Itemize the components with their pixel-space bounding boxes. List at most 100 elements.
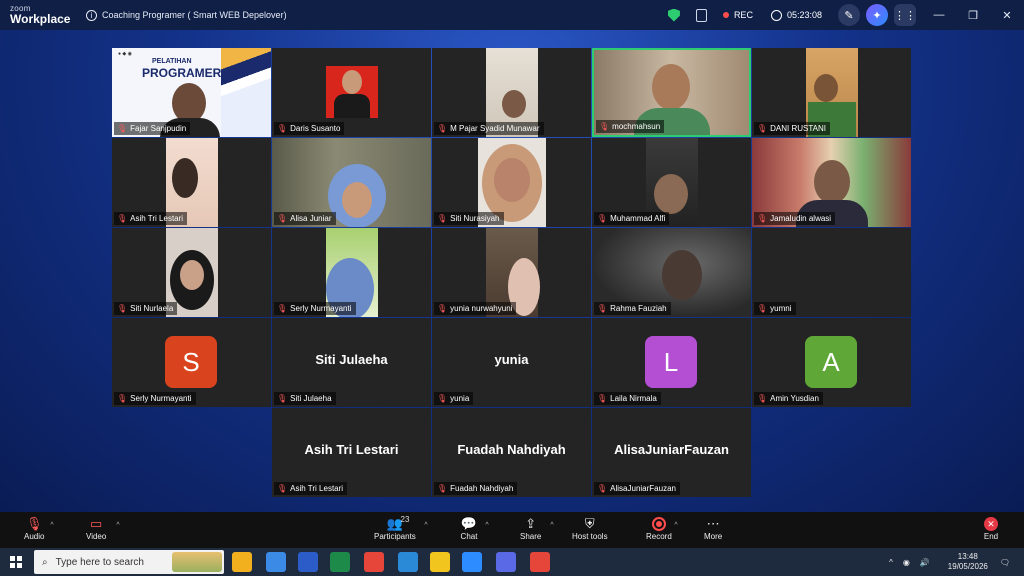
teams-icon[interactable] [496, 552, 516, 572]
participant-name-label: 🎙 Asih Tri Lestari [114, 212, 188, 225]
participant-avatar: L [645, 336, 697, 388]
mic-muted-icon: 🎙 [599, 122, 610, 131]
minimize-button[interactable]: — [922, 9, 956, 21]
participant-tile[interactable]: 🎙 Muhammad Alfi [592, 138, 751, 227]
participant-tile[interactable]: yunia 🎙 yunia [432, 318, 591, 407]
participant-name-label: 🎙 Rahma Fauziah [594, 302, 671, 315]
chevron-up-icon[interactable]: ^ [889, 558, 893, 567]
participant-face [502, 90, 526, 118]
recording-indicator[interactable]: REC [722, 10, 753, 20]
participant-tile[interactable]: 🎙 DANI RUSTANI [752, 48, 911, 137]
participant-tile[interactable]: 🎙 Siti Nurlaela [112, 228, 271, 317]
record-button[interactable]: Record [646, 516, 672, 541]
restore-button[interactable]: ❐ [956, 9, 990, 22]
meeting-title: Coaching Programer ( Smart WEB Depelover… [102, 10, 287, 20]
participant-name-label: 🎙 AlisaJuniarFauzan [594, 482, 680, 495]
rec-label: REC [733, 10, 753, 20]
gallery-view: ● ◆ ◉ PELATIHAN PROGRAMER 🎙 Fajar Sanjpud… [0, 30, 1024, 512]
participant-tile[interactable]: Fuadah Nahdiyah 🎙 Fuadah Nahdiyah [432, 408, 591, 497]
participant-body [334, 94, 370, 118]
mic-muted-icon: 🎙 [757, 304, 768, 313]
participant-tile[interactable]: 🎙 Asih Tri Lestari [112, 138, 271, 227]
mic-muted-icon: 🎙 [277, 304, 288, 313]
excel-icon[interactable] [330, 552, 350, 572]
participant-tile[interactable]: 🎙 Serly Nurmayanti [272, 228, 431, 317]
more-button[interactable]: ⋯ More [704, 516, 722, 541]
participant-tile[interactable]: 🎙 Daris Susanto [272, 48, 431, 137]
record-icon [651, 517, 666, 531]
end-button[interactable]: ✕ End [982, 516, 1000, 541]
mic-muted-icon: 🎙 [277, 484, 288, 493]
participant-name-label: 🎙 Daris Susanto [274, 122, 345, 135]
participant-tile[interactable]: ● ◆ ◉ PELATIHAN PROGRAMER 🎙 Fajar Sanjpud… [112, 48, 271, 137]
host-tools-button[interactable]: ⛨ Host tools [572, 516, 608, 541]
participant-tile[interactable]: 🎙 Rahma Fauziah [592, 228, 751, 317]
participant-tile[interactable]: 🎙 yumni [752, 228, 911, 317]
participant-face [814, 160, 850, 204]
word-icon[interactable] [298, 552, 318, 572]
participant-display-name: Siti Julaeha [315, 352, 388, 367]
chevron-up-icon: ^ [674, 522, 678, 529]
vscode-icon[interactable] [398, 552, 418, 572]
participant-tile[interactable]: 🎙 Alisa Juniar [272, 138, 431, 227]
apps-grid-icon[interactable]: ⋮⋮ [894, 4, 916, 26]
edge-browser-icon[interactable] [266, 552, 286, 572]
chevron-up-icon: ^ [116, 522, 120, 529]
audio-button[interactable]: 🎙 Audio [24, 516, 44, 541]
pen-icon[interactable]: ✎ [838, 4, 860, 26]
participants-button[interactable]: 👥 Participants [374, 516, 416, 541]
participant-tile[interactable]: A 🎙 Amin Yusdian [752, 318, 911, 407]
participant-tile[interactable]: 🎙 yunia nurwahyuni [432, 228, 591, 317]
mic-muted-icon: 🎙 [437, 394, 448, 403]
participant-face [172, 158, 198, 198]
participant-tile[interactable]: L 🎙 Laila Nirmala [592, 318, 751, 407]
video-button[interactable]: ▭ Video [86, 516, 106, 541]
mic-muted-icon: 🎙 [757, 214, 768, 223]
video-off-icon: ▭ [90, 516, 103, 531]
brand-name: Workplace [10, 12, 71, 26]
end-call-icon: ✕ [984, 517, 998, 531]
participant-tile-active-speaker[interactable]: 🎙 mochmahsun [592, 48, 751, 137]
search-icon: ⌕ [42, 556, 48, 568]
notifications-icon[interactable]: 🗨 [1000, 558, 1010, 567]
participant-tile[interactable]: AlisaJuniarFauzan 🎙 AlisaJuniarFauzan [592, 408, 751, 497]
participant-name-label: 🎙 yunia nurwahyuni [434, 302, 517, 315]
participant-name-label: 🎙 DANI RUSTANI [754, 122, 831, 135]
share-button[interactable]: ⇪ Share [520, 516, 541, 541]
participant-tile[interactable]: 🎙 M Pajar Syadid Munawar [432, 48, 591, 137]
participant-tile[interactable]: 🎙 Jamaludin alwasi [752, 138, 911, 227]
file-explorer-icon[interactable] [232, 552, 252, 572]
participant-face [494, 158, 530, 202]
participant-tile[interactable]: Siti Julaeha 🎙 Siti Julaeha [272, 318, 431, 407]
mic-muted-icon: 🎙 [757, 124, 768, 133]
taskbar-clock[interactable]: 13:48 19/05/2026 [948, 552, 988, 571]
participant-tile[interactable]: Asih Tri Lestari 🎙 Asih Tri Lestari [272, 408, 431, 497]
participant-face [342, 182, 372, 218]
network-icon[interactable]: ◉ [903, 558, 910, 567]
sticky-notes-icon[interactable] [430, 552, 450, 572]
chrome-profile-icon[interactable] [530, 552, 550, 572]
weather-widget-icon[interactable] [172, 552, 222, 572]
chevron-up-icon: ^ [50, 522, 54, 529]
zoom-app-icon[interactable] [462, 552, 482, 572]
notes-icon[interactable] [695, 8, 707, 22]
participant-video [172, 83, 206, 123]
participant-tile[interactable]: 🎙 Siti Nurasiyah [432, 138, 591, 227]
meeting-info[interactable]: i Coaching Programer ( Smart WEB Depelov… [86, 9, 287, 21]
more-dots-icon: ⋯ [706, 516, 720, 531]
chat-button[interactable]: 💬 Chat [460, 516, 478, 541]
volume-icon[interactable]: 🔊 [920, 558, 930, 567]
mic-muted-icon: 🎙 [277, 214, 288, 223]
windows-start-icon[interactable] [10, 556, 22, 568]
participant-name-label: 🎙 yumni [754, 302, 796, 315]
record-dot-icon [722, 12, 729, 18]
security-shield-icon[interactable] [667, 8, 680, 22]
participant-face [654, 174, 688, 214]
participant-name-label: 🎙 Muhammad Alfi [594, 212, 670, 225]
participant-avatar: S [165, 336, 217, 388]
close-button[interactable]: ✕ [990, 9, 1024, 22]
info-icon[interactable]: i [86, 9, 97, 21]
ai-companion-icon[interactable]: ✦ [866, 4, 888, 26]
chrome-icon[interactable] [364, 552, 384, 572]
participant-tile[interactable]: S 🎙 Serly Nurmayanti [112, 318, 271, 407]
